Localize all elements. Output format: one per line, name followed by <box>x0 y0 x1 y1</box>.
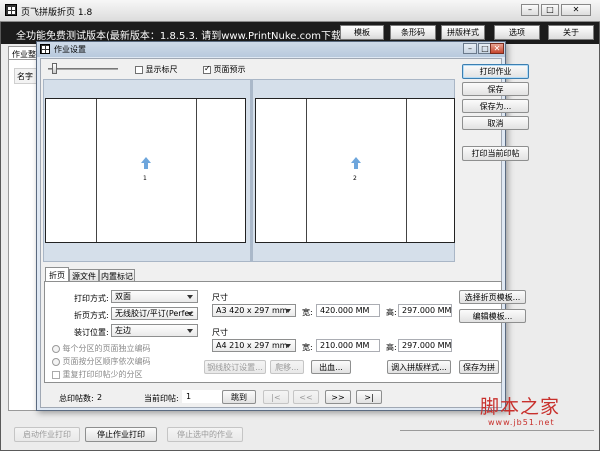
page-preview-check[interactable]: ✓ <box>203 64 211 74</box>
page-number: 1 <box>143 175 147 182</box>
page-height-label: 高: <box>386 343 397 352</box>
preview-page-2[interactable]: 2 <box>255 98 455 243</box>
minimize-button[interactable]: – <box>521 4 539 16</box>
binding-position-select[interactable]: 左边 <box>111 324 198 337</box>
zoom-slider[interactable] <box>44 63 122 75</box>
total-signatures-label: 总印帖数: <box>59 394 94 403</box>
show-ruler-checkbox[interactable]: 显示标尺 <box>135 64 178 75</box>
tab-folding[interactable]: 折页 <box>45 267 69 282</box>
chevron-down-icon <box>285 343 291 348</box>
zoom-slider-track <box>48 68 118 70</box>
toolbar-about-button[interactable]: 关于 <box>548 25 594 40</box>
dialog-title: 作业设置 <box>54 45 86 54</box>
zoom-slider-thumb[interactable] <box>52 63 57 74</box>
bleed-button[interactable]: 出血... <box>311 360 351 374</box>
toolbar-template-button[interactable]: 模板 <box>340 25 384 40</box>
dialog-close-button[interactable]: ✕ <box>490 43 504 54</box>
page-size-label: 尺寸 <box>212 328 228 337</box>
binding-position-label: 装订位置: <box>74 328 109 337</box>
creep-button[interactable]: 爬移... <box>270 360 304 374</box>
stop-job-print-button[interactable]: 停止作业打印 <box>85 427 157 442</box>
first-signature-button[interactable]: |< <box>263 390 289 404</box>
page-up-arrow-stem <box>354 163 358 169</box>
page-width-label: 宽: <box>302 343 313 352</box>
dialog-logo-icon <box>40 44 50 54</box>
radio-icon[interactable] <box>52 357 60 366</box>
page-preview-checkbox[interactable]: ✓ 页面预示 <box>203 64 246 75</box>
show-ruler-check[interactable] <box>135 65 143 74</box>
total-signatures-value: 2 <box>97 393 103 402</box>
chevron-down-icon <box>285 308 291 313</box>
version-banner-text: 全功能免费测试版本(最新版本：1.8.5.3. 请到www.PrintNuke.… <box>16 31 351 42</box>
page-number: 2 <box>353 175 357 182</box>
sheet-height-input[interactable]: 297.000 MM <box>398 304 452 317</box>
radio-independent-numbering[interactable]: 每个分区的页面独立编码 <box>52 343 151 354</box>
watermark-logo: 脚本之家 www.jb51.net <box>462 392 592 432</box>
sheet-size-label: 尺寸 <box>212 293 228 302</box>
dialog-titlebar: 作业设置 <box>37 42 505 57</box>
sheet-width-label: 宽: <box>302 308 313 317</box>
next-signature-button[interactable]: >> <box>325 390 351 404</box>
preview-page-1[interactable]: 1 <box>45 98 246 243</box>
page-height-input[interactable]: 297.000 MM <box>398 339 452 352</box>
chevron-down-icon <box>187 311 193 316</box>
main-titlebar: 页飞拼版折页 1.8 <box>0 0 600 22</box>
fold-mode-select[interactable]: 无线胶订/平订(Perfec <box>111 307 198 320</box>
current-signature-label: 当前印帖: <box>144 394 179 403</box>
select-fold-template-button[interactable]: 选择折页模板... <box>459 290 526 304</box>
app-logo-icon <box>5 4 17 16</box>
cancel-button[interactable]: 取消 <box>462 116 529 130</box>
edit-template-button[interactable]: 编辑模板... <box>459 309 526 323</box>
page-size-select[interactable]: A4 210 x 297 mm <box>212 339 296 352</box>
print-current-signature-button[interactable]: 打印当前印帖 <box>462 146 529 161</box>
binding-settings-button[interactable]: 钢线胶订设置... <box>204 360 266 374</box>
sheet-size-select[interactable]: A3 420 x 297 mm <box>212 304 296 317</box>
print-mode-select[interactable]: 双面 <box>111 290 198 303</box>
dialog-minimize-button[interactable]: – <box>463 43 477 54</box>
watermark-text: 脚本之家 <box>480 396 561 418</box>
page-width-input[interactable]: 210.000 MM <box>316 339 380 352</box>
toolbar-imposition-style-button[interactable]: 拼版样式 <box>441 25 485 40</box>
toolbar-barcode-button[interactable]: 条形码 <box>390 25 436 40</box>
sheet-height-label: 高: <box>386 308 397 317</box>
chevron-down-icon <box>187 294 193 299</box>
start-job-print-button[interactable]: 启动作业打印 <box>14 427 80 442</box>
last-signature-button[interactable]: >| <box>356 390 382 404</box>
save-button[interactable]: 保存 <box>462 82 529 96</box>
sheet-width-input[interactable]: 420.000 MM <box>316 304 380 317</box>
repeat-print-check[interactable] <box>52 370 60 379</box>
chevron-down-icon <box>187 328 193 333</box>
page-up-arrow-stem <box>144 163 148 169</box>
fold-mode-label: 折页方式: <box>74 311 109 320</box>
goto-button[interactable]: 跳到 <box>222 390 256 404</box>
radio-icon[interactable] <box>52 344 60 353</box>
preview-divider <box>250 79 253 262</box>
toolbar-options-button[interactable]: 选项 <box>494 25 540 40</box>
load-imposition-style-button[interactable]: 调入拼版样式... <box>387 360 451 374</box>
right-background-panel <box>400 430 594 448</box>
save-as-button[interactable]: 保存为... <box>462 99 529 113</box>
close-button[interactable]: ✕ <box>561 4 591 16</box>
save-as-imposition-style-button[interactable]: 保存为拼 <box>459 360 499 374</box>
stop-selected-job-button[interactable]: 停止选中的作业 <box>167 427 243 442</box>
maximize-button[interactable]: □ <box>541 4 559 16</box>
main-window-controls: – □ ✕ <box>515 2 597 18</box>
print-mode-label: 打印方式: <box>74 294 109 303</box>
watermark-url: www.jb51.net <box>488 418 555 427</box>
main-window-title: 页飞拼版折页 1.8 <box>21 8 93 18</box>
radio-sequential-numbering[interactable]: 页面按分区顺序依次编码 <box>52 356 151 367</box>
print-job-button[interactable]: 打印作业 <box>462 64 529 79</box>
previous-signature-button[interactable]: << <box>293 390 319 404</box>
repeat-print-checkbox[interactable]: 重复打印印帖少的分区 <box>52 369 143 380</box>
current-signature-input[interactable]: 1 <box>182 390 222 403</box>
